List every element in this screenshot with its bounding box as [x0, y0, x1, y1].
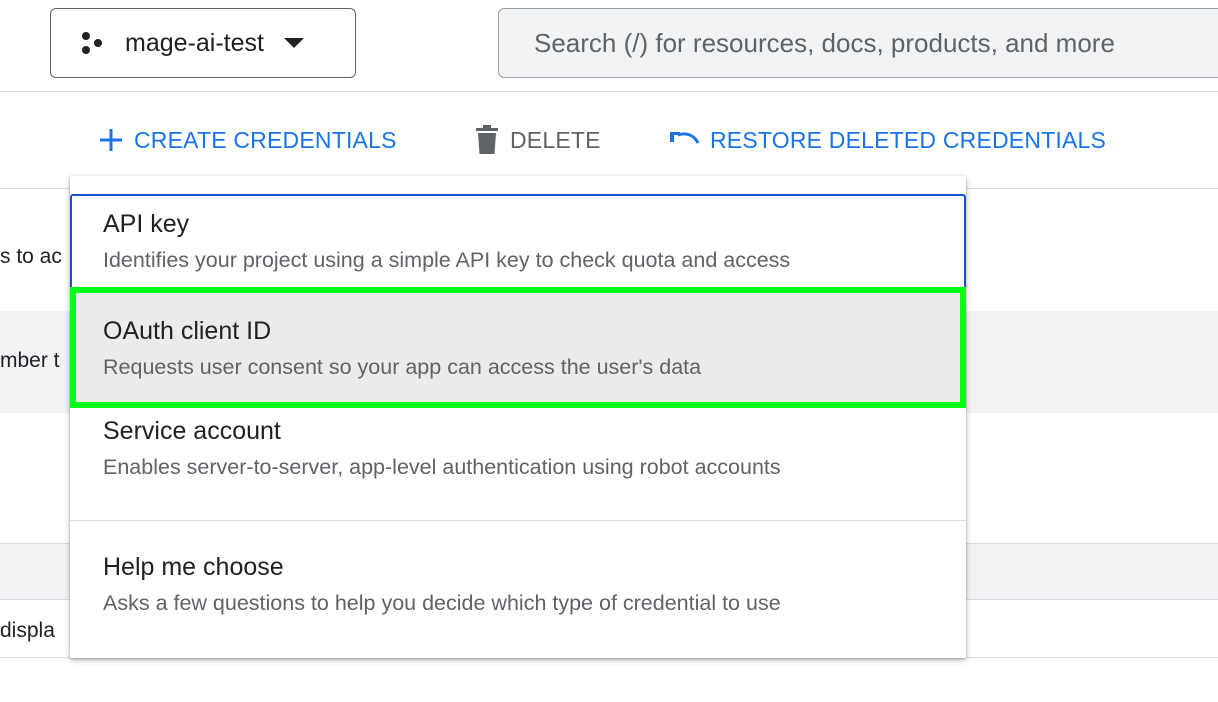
menu-item-description: Requests user consent so your app can ac… [103, 355, 702, 379]
project-picker[interactable]: mage-ai-test [50, 8, 356, 78]
credentials-toolbar: CREATE CREDENTIALS DELETE RESTORE DELETE… [0, 92, 1218, 188]
menu-item-description: Enables server-to-server, app-level auth… [103, 455, 781, 479]
restore-label: RESTORE DELETED CREDENTIALS [710, 126, 1107, 153]
menu-item-title: Service account [103, 417, 281, 445]
search-input[interactable] [532, 26, 1218, 60]
menu-item-help-me-choose[interactable]: Help me choose Asks a few questions to h… [70, 540, 966, 640]
caret-down-icon [283, 38, 304, 48]
menu-item-service-account[interactable]: Service account Enables server-to-server… [70, 408, 966, 520]
search-bar[interactable] [498, 8, 1218, 78]
delete-label: DELETE [510, 126, 601, 153]
restore-deleted-credentials-button[interactable]: RESTORE DELETED CREDENTIALS [668, 120, 1106, 160]
undo-icon [670, 132, 700, 144]
row-text-fragment: mber t [0, 349, 60, 372]
menu-item-description: Identifies your project using a simple A… [103, 248, 791, 272]
project-hub-icon [82, 32, 102, 54]
row-text-fragment: displa [0, 619, 55, 642]
menu-item-title: OAuth client ID [103, 317, 272, 345]
plus-icon [100, 129, 122, 151]
menu-item-title: Help me choose [103, 553, 284, 581]
trash-icon [476, 125, 498, 154]
create-credentials-button[interactable]: CREATE CREDENTIALS [98, 120, 397, 160]
delete-button[interactable]: DELETE [474, 120, 601, 160]
menu-item-oauth-client-id[interactable]: OAuth client ID Requests user consent so… [70, 287, 966, 408]
menu-item-description: Asks a few questions to help you decide … [103, 591, 781, 615]
create-credentials-menu: API key Identifies your project using a … [70, 176, 966, 658]
project-name: mage-ai-test [125, 28, 264, 57]
create-credentials-label: CREATE CREDENTIALS [134, 126, 397, 153]
menu-item-api-key[interactable]: API key Identifies your project using a … [70, 194, 966, 298]
row-text-fragment: s to ac [0, 245, 62, 268]
menu-item-title: API key [103, 210, 190, 238]
menu-divider [70, 520, 966, 521]
